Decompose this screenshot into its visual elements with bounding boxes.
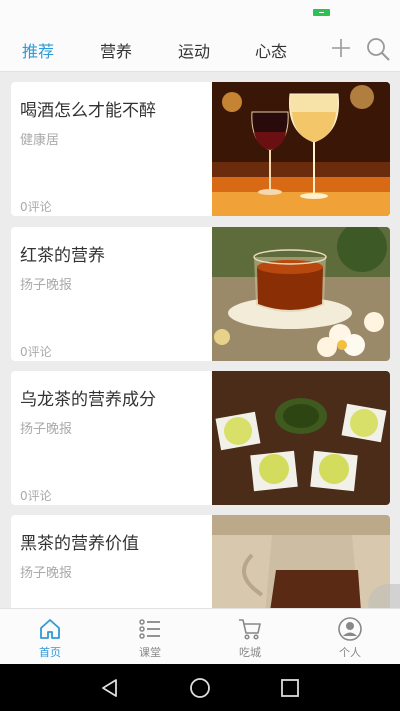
article-source: 扬子晚报: [20, 422, 73, 437]
list-icon: [139, 619, 160, 639]
tab-mindset[interactable]: 心态: [255, 38, 287, 62]
article-comment-count: 0评论: [20, 345, 52, 359]
home-icon: [40, 619, 60, 639]
nav-classroom[interactable]: 课堂: [100, 609, 200, 665]
search-icon[interactable]: [365, 36, 391, 62]
article-card[interactable]: 红茶的营养 扬子晚报 0评论: [11, 227, 390, 361]
nav-food-city[interactable]: 吃城: [200, 609, 300, 665]
article-card[interactable]: 喝酒怎么才能不醉 健康居 0评论: [11, 82, 390, 216]
article-source: 扬子晚报: [20, 278, 73, 293]
dark-tea-pot-image: [212, 515, 390, 608]
article-source: 扬子晚报: [20, 566, 73, 581]
nav-profile[interactable]: 个人: [300, 609, 400, 665]
article-title: 红茶的营养: [20, 246, 105, 266]
article-title: 乌龙茶的营养成分: [20, 390, 156, 410]
black-tea-cup-image: [212, 227, 390, 361]
plus-icon[interactable]: [331, 38, 351, 58]
recent-apps-icon[interactable]: [278, 676, 302, 700]
bottom-nav: 首页 课堂 吃城 个人: [0, 608, 400, 664]
back-icon[interactable]: [98, 676, 122, 700]
article-card[interactable]: 黑茶的营养价值 扬子晚报: [11, 515, 390, 608]
article-feed: 喝酒怎么才能不醉 健康居 0评论 红茶的营养 扬子晚报 0评论 乌龙茶的营养成分…: [0, 78, 400, 608]
tab-exercise[interactable]: 运动: [178, 38, 210, 62]
status-bar: [0, 0, 400, 24]
tab-nutrition[interactable]: 营养: [100, 38, 132, 62]
wine-glasses-image: [212, 82, 390, 216]
nav-home-label: 首页: [39, 646, 61, 659]
system-nav-bar: [0, 664, 400, 711]
cart-icon: [239, 619, 261, 640]
article-card[interactable]: 乌龙茶的营养成分 扬子晚报 0评论: [11, 371, 390, 505]
home-circle-icon[interactable]: [188, 676, 212, 700]
article-source: 健康居: [20, 133, 60, 148]
nav-home[interactable]: 首页: [0, 609, 100, 665]
article-comment-count: 0评论: [20, 200, 52, 214]
user-icon: [338, 617, 362, 641]
top-nav: 推荐 营养 运动 心态: [0, 24, 400, 72]
article-title: 黑茶的营养价值: [20, 534, 139, 554]
battery-icon: [313, 9, 330, 16]
nav-profile-label: 个人: [339, 646, 361, 659]
article-title: 喝酒怎么才能不醉: [20, 101, 156, 121]
article-comment-count: 0评论: [20, 489, 52, 503]
tab-recommend[interactable]: 推荐: [22, 38, 54, 62]
oolong-tea-cups-image: [212, 371, 390, 505]
nav-food-city-label: 吃城: [239, 646, 261, 659]
nav-classroom-label: 课堂: [139, 646, 161, 659]
